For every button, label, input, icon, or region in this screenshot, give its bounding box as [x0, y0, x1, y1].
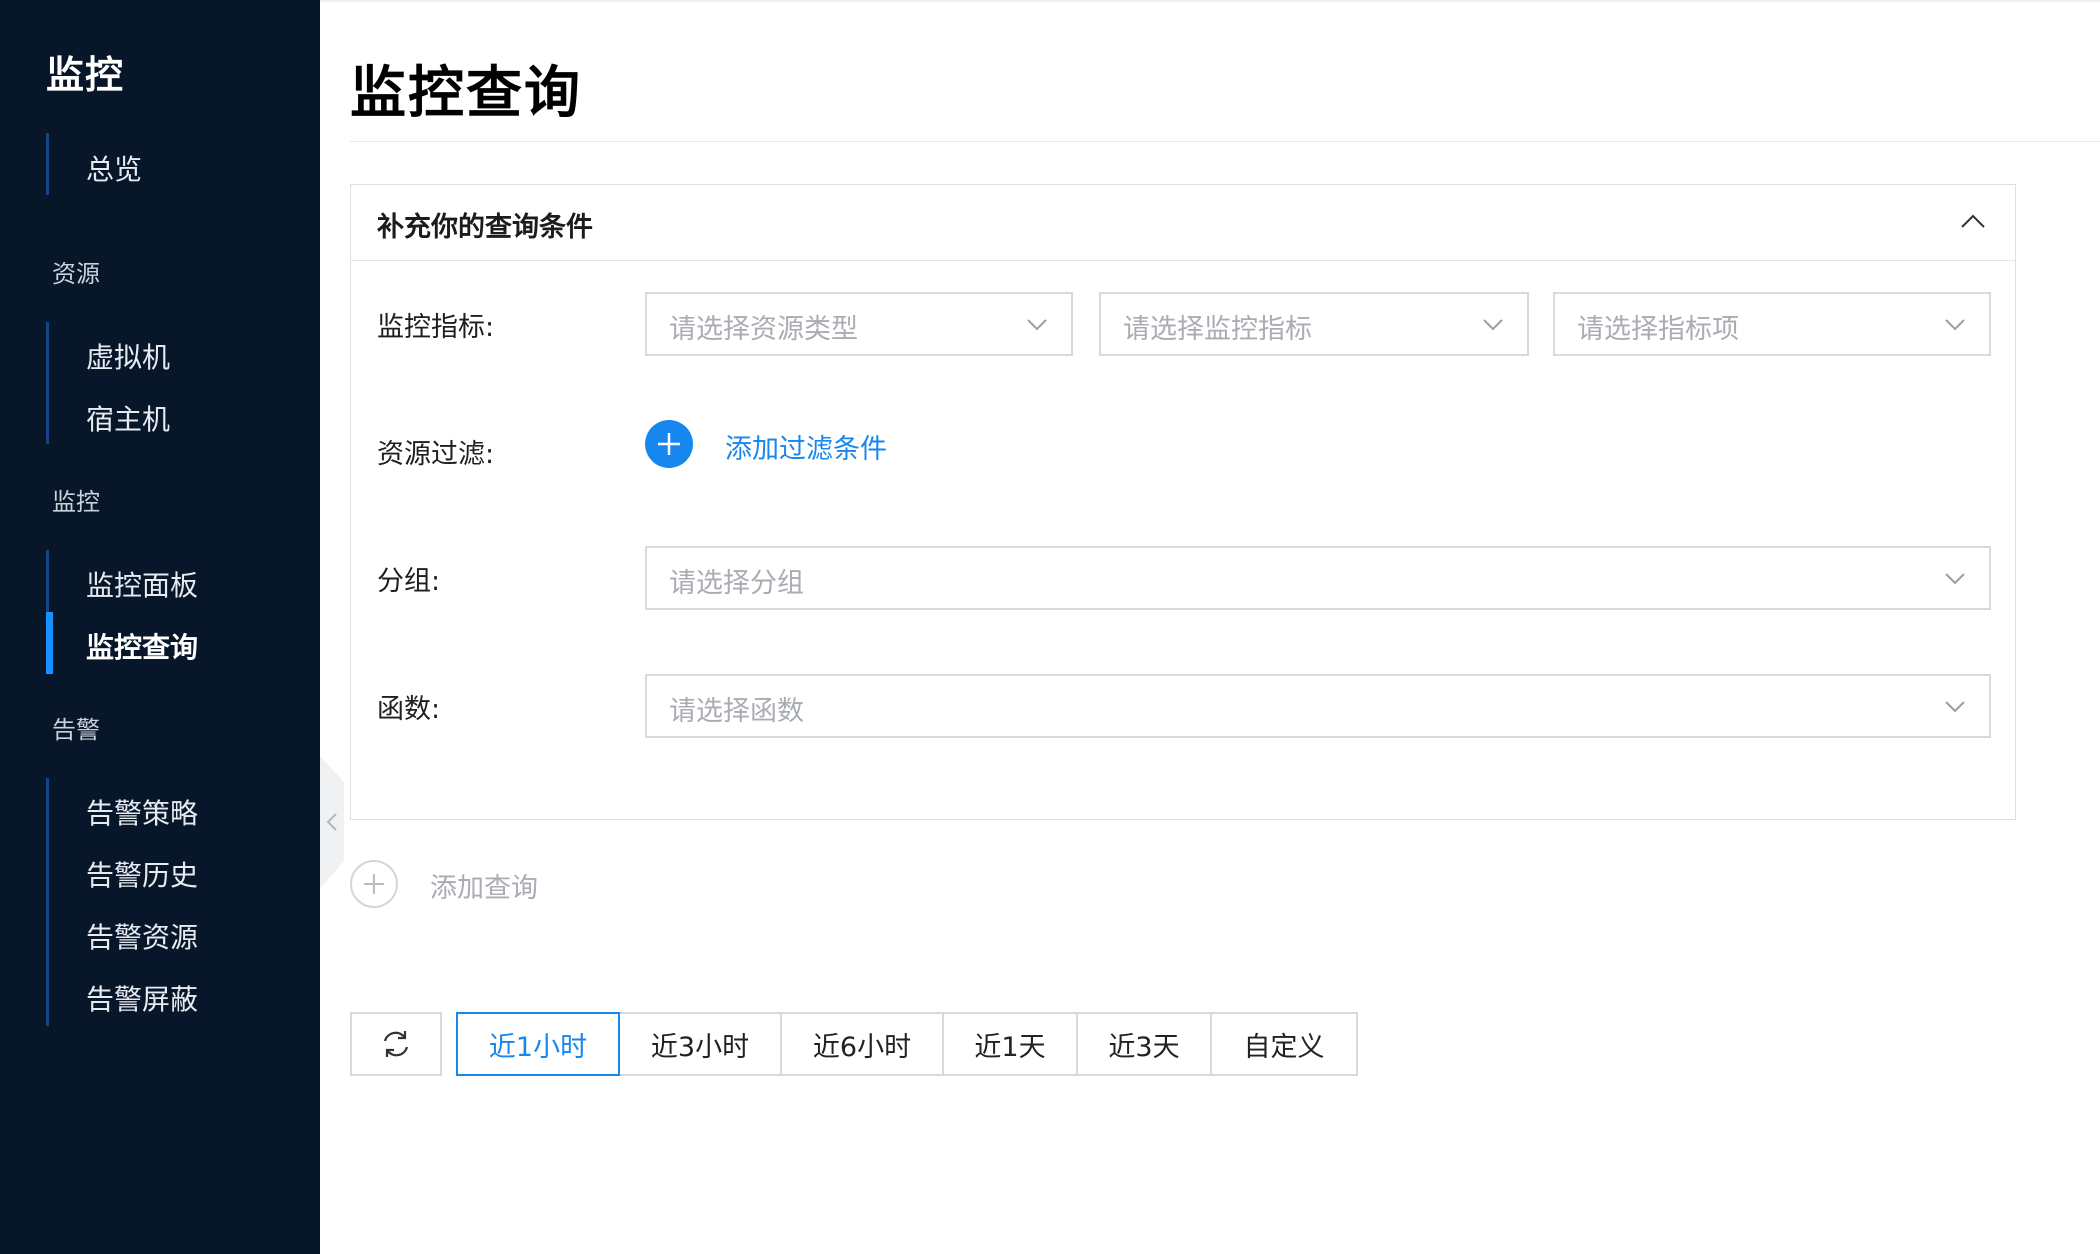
refresh-button[interactable] — [350, 1012, 442, 1076]
sidebar-item-alert-mute[interactable]: 告警屏蔽 — [86, 978, 198, 1018]
time-range-1h[interactable]: 近1小时 — [456, 1012, 620, 1076]
sidebar-active-indicator — [46, 612, 53, 674]
sidebar-item-vm[interactable]: 虚拟机 — [86, 336, 170, 376]
sidebar-item-host[interactable]: 宿主机 — [86, 398, 170, 438]
query-panel-title: 补充你的查询条件 — [377, 212, 593, 243]
sidebar-item-overview[interactable]: 总览 — [86, 148, 142, 188]
resource-type-placeholder: 请选择资源类型 — [669, 314, 858, 345]
function-select[interactable]: 请选择函数 — [645, 674, 1991, 738]
sidebar-group-overview: 总览 — [46, 133, 306, 195]
plus-icon — [658, 433, 680, 455]
filter-label: 资源过滤: — [377, 439, 495, 470]
time-range-6h[interactable]: 近6小时 — [780, 1012, 944, 1076]
chevron-up-icon[interactable] — [1957, 205, 1989, 237]
sidebar-item-dashboard[interactable]: 监控面板 — [86, 564, 198, 604]
metric-placeholder: 请选择监控指标 — [1123, 314, 1312, 345]
query-panel: 补充你的查询条件 监控指标: 请选择资源类型 请选择监控指标 请选择指标项 资源… — [350, 184, 2016, 820]
chevron-down-icon — [1483, 319, 1503, 331]
sidebar-rail — [46, 322, 49, 444]
metric-item-select[interactable]: 请选择指标项 — [1553, 292, 1991, 356]
sidebar-rail — [46, 133, 49, 195]
sidebar-group-resources: 虚拟机 宿主机 — [46, 322, 306, 444]
sidebar-item-alert-resources[interactable]: 告警资源 — [86, 916, 198, 956]
sidebar: 监控 总览 资源 虚拟机 宿主机 监控 监控面板 监控查询 告警 告警策略 告警… — [0, 0, 320, 1254]
sidebar-section-resources: 资源 — [52, 260, 100, 288]
metric-select[interactable]: 请选择监控指标 — [1099, 292, 1529, 356]
add-filter-link[interactable]: 添加过滤条件 — [725, 427, 887, 466]
top-divider — [320, 0, 2100, 2]
sidebar-group-monitor: 监控面板 监控查询 — [46, 550, 306, 674]
sidebar-item-alert-history[interactable]: 告警历史 — [86, 854, 198, 894]
resource-type-select[interactable]: 请选择资源类型 — [645, 292, 1073, 356]
sidebar-section-monitor: 监控 — [52, 488, 100, 516]
add-filter-button[interactable] — [645, 420, 693, 468]
refresh-icon — [383, 1031, 409, 1057]
function-placeholder: 请选择函数 — [669, 696, 804, 727]
add-query-button[interactable] — [350, 860, 398, 908]
sidebar-section-alerts: 告警 — [52, 716, 100, 744]
time-range-group: 近1小时 近3小时 近6小时 近1天 近3天 自定义 — [456, 1012, 1358, 1076]
function-label: 函数: — [377, 694, 441, 725]
metric-item-placeholder: 请选择指标项 — [1577, 314, 1739, 345]
time-range-3h[interactable]: 近3小时 — [618, 1012, 782, 1076]
time-range-1d[interactable]: 近1天 — [942, 1012, 1078, 1076]
add-query-link[interactable]: 添加查询 — [430, 866, 538, 905]
title-divider — [350, 141, 2100, 142]
time-range-3d[interactable]: 近3天 — [1076, 1012, 1212, 1076]
sidebar-collapse-handle[interactable] — [320, 756, 344, 888]
chevron-down-icon — [1945, 573, 1965, 585]
metric-label: 监控指标: — [377, 312, 495, 343]
group-select[interactable]: 请选择分组 — [645, 546, 1991, 610]
page-title: 监控查询 — [350, 61, 582, 126]
group-placeholder: 请选择分组 — [669, 568, 804, 599]
plus-icon — [364, 874, 384, 894]
chevron-down-icon — [1945, 701, 1965, 713]
sidebar-group-alerts: 告警策略 告警历史 告警资源 告警屏蔽 — [46, 778, 306, 1026]
time-range-custom[interactable]: 自定义 — [1210, 1012, 1358, 1076]
chevron-down-icon — [1945, 319, 1965, 331]
sidebar-brand: 监控 — [46, 53, 125, 97]
group-label: 分组: — [377, 566, 441, 597]
sidebar-item-query[interactable]: 监控查询 — [86, 626, 198, 666]
chevron-down-icon — [1027, 319, 1047, 331]
sidebar-rail — [46, 778, 49, 1026]
sidebar-item-alert-policy[interactable]: 告警策略 — [86, 792, 198, 832]
chevron-left-icon — [326, 813, 337, 831]
query-panel-header: 补充你的查询条件 — [351, 185, 2015, 261]
